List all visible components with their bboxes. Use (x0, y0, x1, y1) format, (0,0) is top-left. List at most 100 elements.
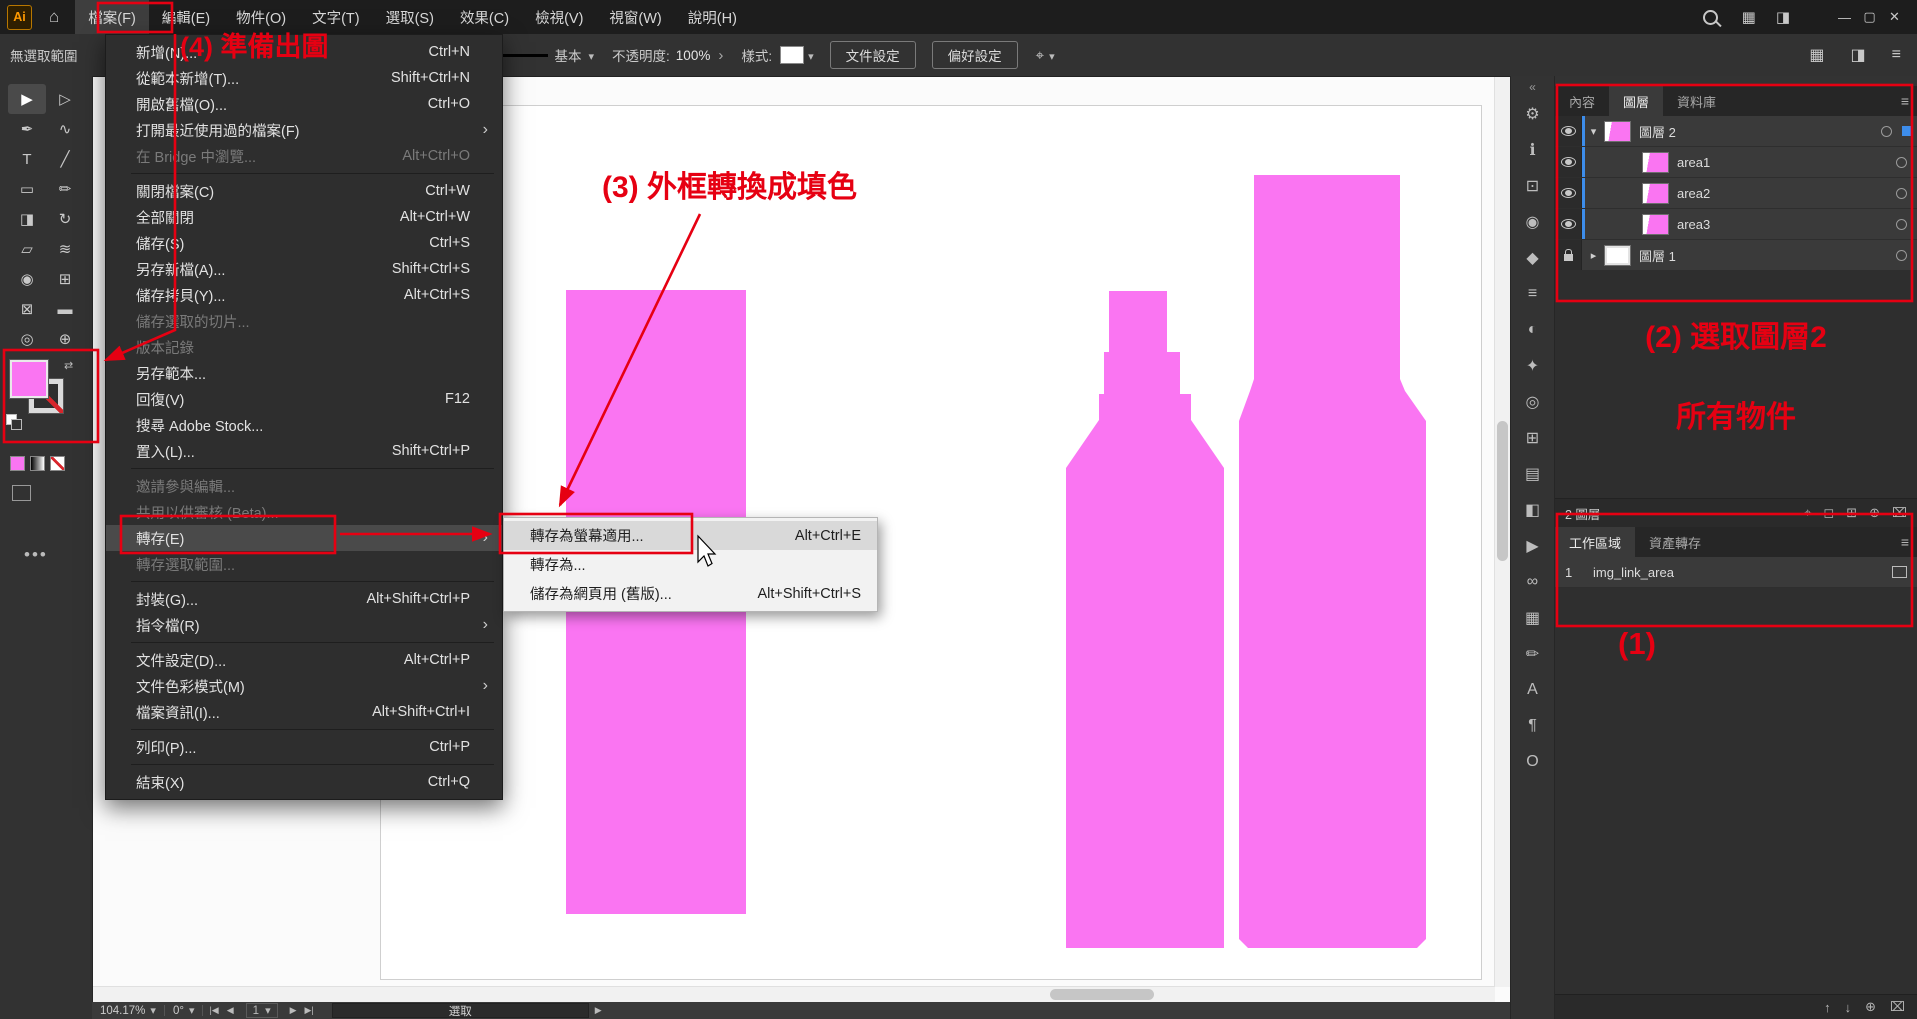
visibility-toggle[interactable] (1555, 116, 1582, 146)
pen-tool[interactable]: ✒ (8, 114, 46, 144)
file-menu-item[interactable]: 儲存拷貝(Y)... Alt+Ctrl+S (106, 282, 502, 308)
arrange-documents-icon[interactable]: ▦ (1742, 8, 1756, 26)
swatches-panel-icon[interactable]: ⊞ (1511, 420, 1554, 456)
file-menu-item[interactable] (106, 169, 502, 178)
layer-row[interactable]: area3 (1555, 209, 1917, 240)
file-menu-item[interactable]: 檔案資訊(I)... Alt+Shift+Ctrl+I (106, 699, 502, 725)
snap-options-dropdown[interactable]: ⌖ (1036, 47, 1055, 64)
file-menu-item[interactable]: 共用以供審核 (Beta)... (106, 499, 502, 525)
document-setup-button[interactable]: 文件設定 (830, 41, 916, 69)
file-menu-item[interactable]: 列印(P)... Ctrl+P (106, 734, 502, 760)
target-circle-icon[interactable] (1881, 126, 1892, 137)
character-panel-icon[interactable]: A (1511, 672, 1554, 708)
asset-export-panel-icon[interactable]: ▦ (1511, 600, 1554, 636)
file-menu-item[interactable]: 邀請參與編輯... (106, 473, 502, 499)
layer-row[interactable]: 圖層 1 (1555, 240, 1917, 271)
next-artboard-button[interactable]: ▶ (290, 1005, 297, 1016)
panel-menu-icon[interactable]: ≡ (1901, 527, 1917, 557)
fill-color-swatch[interactable] (10, 360, 48, 398)
paintbrush-tool[interactable]: ✏ (46, 174, 84, 204)
draw-mode-button[interactable] (12, 485, 31, 501)
artboards-panel-icon[interactable]: ⊡ (1511, 168, 1554, 204)
artboard-number-field[interactable]: 1 (246, 1003, 278, 1018)
paragraph-panel-icon[interactable]: ¶ (1511, 708, 1554, 744)
submenu-item[interactable]: 轉存為... (504, 550, 877, 579)
search-icon[interactable] (1703, 10, 1718, 25)
target-circle-icon[interactable] (1896, 219, 1907, 230)
file-menu-item[interactable]: 關閉檔案(C) Ctrl+W (106, 178, 502, 204)
previous-artboard-button[interactable]: ◀ (227, 1005, 234, 1016)
eyedropper-tool[interactable]: ◎ (8, 324, 46, 354)
panel-tab[interactable]: 工作區域 (1555, 527, 1635, 557)
chevron-right-icon[interactable] (710, 47, 723, 64)
image-trace-panel-icon[interactable]: ✏ (1511, 636, 1554, 672)
rectangle-tool[interactable]: ▭ (8, 174, 46, 204)
opacity-value[interactable]: 100% (676, 48, 711, 63)
file-menu-item[interactable]: 轉存(E) (106, 525, 502, 551)
artboard-page-icon[interactable] (1892, 566, 1907, 578)
file-menu-item[interactable] (106, 638, 502, 647)
file-menu-item[interactable]: 全部關閉 Alt+Ctrl+W (106, 204, 502, 230)
opentype-panel-icon[interactable]: O (1511, 744, 1554, 780)
file-menu-item[interactable]: 另存範本... (106, 360, 502, 386)
file-menu-item[interactable]: 搜尋 Adobe Stock... (106, 412, 502, 438)
brushes-panel-icon[interactable]: ▤ (1511, 456, 1554, 492)
artboard-row[interactable]: 1 img_link_area (1555, 557, 1917, 588)
horizontal-scrollbar[interactable] (92, 986, 1495, 1002)
hamburger-menu-icon[interactable]: ≡ (1892, 46, 1901, 64)
file-menu-item[interactable]: 從範本新增(T)... Shift+Ctrl+N (106, 65, 502, 91)
new-sublayer-icon[interactable]: ⊞ (1846, 505, 1857, 521)
actions-panel-icon[interactable]: ▶ (1511, 528, 1554, 564)
panel-tab[interactable]: 內容 (1555, 86, 1609, 116)
close-button[interactable]: ✕ (1882, 0, 1907, 34)
file-menu-item[interactable]: 轉存選取範圍... (106, 551, 502, 577)
graphic-styles-panel-icon[interactable]: ◎ (1511, 384, 1554, 420)
menubar-item[interactable]: 檔案(F) (75, 0, 149, 34)
file-menu-item[interactable]: 置入(L)... Shift+Ctrl+P (106, 438, 502, 464)
gradient-panel-icon[interactable]: ◆ (1511, 240, 1554, 276)
vertical-scrollbar[interactable] (1494, 76, 1510, 987)
home-icon[interactable]: ⌂ (49, 7, 59, 27)
style-swatch-dropdown[interactable] (780, 46, 804, 64)
grid-view-icon[interactable]: ▦ (1809, 45, 1824, 65)
status-bar-play-icon[interactable]: ▶ (595, 1005, 602, 1016)
caret-down-icon[interactable] (808, 48, 814, 63)
file-menu-item[interactable]: 結束(X) Ctrl+Q (106, 769, 502, 795)
file-menu-item[interactable]: 指令檔(R) (106, 612, 502, 638)
transparency-panel-icon[interactable]: ◐ (1511, 312, 1554, 348)
expand-chevron-icon[interactable] (1586, 125, 1601, 138)
edit-toolbar-icon[interactable] (24, 545, 92, 565)
gradient-tool[interactable]: ▬ (46, 294, 84, 324)
properties-panel-icon[interactable]: ⚙ (1511, 96, 1554, 132)
file-menu-item[interactable]: 版本記錄 (106, 334, 502, 360)
menubar-item[interactable]: 說明(H) (675, 0, 750, 34)
last-artboard-button[interactable]: ▶| (305, 1005, 314, 1016)
visibility-toggle[interactable] (1555, 178, 1582, 208)
file-menu-item[interactable] (106, 760, 502, 769)
file-menu-item[interactable]: 文件設定(D)... Alt+Ctrl+P (106, 647, 502, 673)
first-artboard-button[interactable]: |◀ (209, 1005, 218, 1016)
new-artboard-icon[interactable]: ⊕ (1865, 999, 1876, 1015)
line-segment-tool[interactable]: ╱ (46, 144, 84, 174)
move-down-icon[interactable]: ↓ (1845, 1000, 1852, 1015)
locate-object-icon[interactable]: ⌖ (1804, 505, 1811, 521)
clipping-mask-icon[interactable]: ◻ (1823, 505, 1834, 521)
menubar-item[interactable]: 選取(S) (373, 0, 447, 34)
target-circle-icon[interactable] (1896, 250, 1907, 261)
info-panel-icon[interactable]: ℹ (1511, 132, 1554, 168)
panel-tab[interactable]: 圖層 (1609, 86, 1663, 116)
file-menu-item[interactable] (106, 577, 502, 586)
file-menu-item[interactable]: 回復(V) F12 (106, 386, 502, 412)
submenu-item[interactable]: 轉存為螢幕適用... Alt+Ctrl+E (504, 521, 877, 550)
workspace-switcher-icon[interactable]: ◨ (1776, 8, 1790, 26)
color-panel-icon[interactable]: ◉ (1511, 204, 1554, 240)
submenu-item[interactable]: 儲存為網頁用 (舊版)... Alt+Shift+Ctrl+S (504, 579, 877, 608)
appearance-panel-icon[interactable]: ✦ (1511, 348, 1554, 384)
target-circle-icon[interactable] (1896, 157, 1907, 168)
delete-layer-icon[interactable]: ⌧ (1892, 505, 1907, 521)
perspective-grid-tool[interactable]: ⊞ (46, 264, 84, 294)
move-up-icon[interactable]: ↑ (1824, 1000, 1831, 1015)
direct-selection-tool[interactable]: ▷ (46, 84, 84, 114)
file-menu-item[interactable]: 開啟舊檔(O)... Ctrl+O (106, 91, 502, 117)
file-menu-item[interactable]: 另存新檔(A)... Shift+Ctrl+S (106, 256, 502, 282)
